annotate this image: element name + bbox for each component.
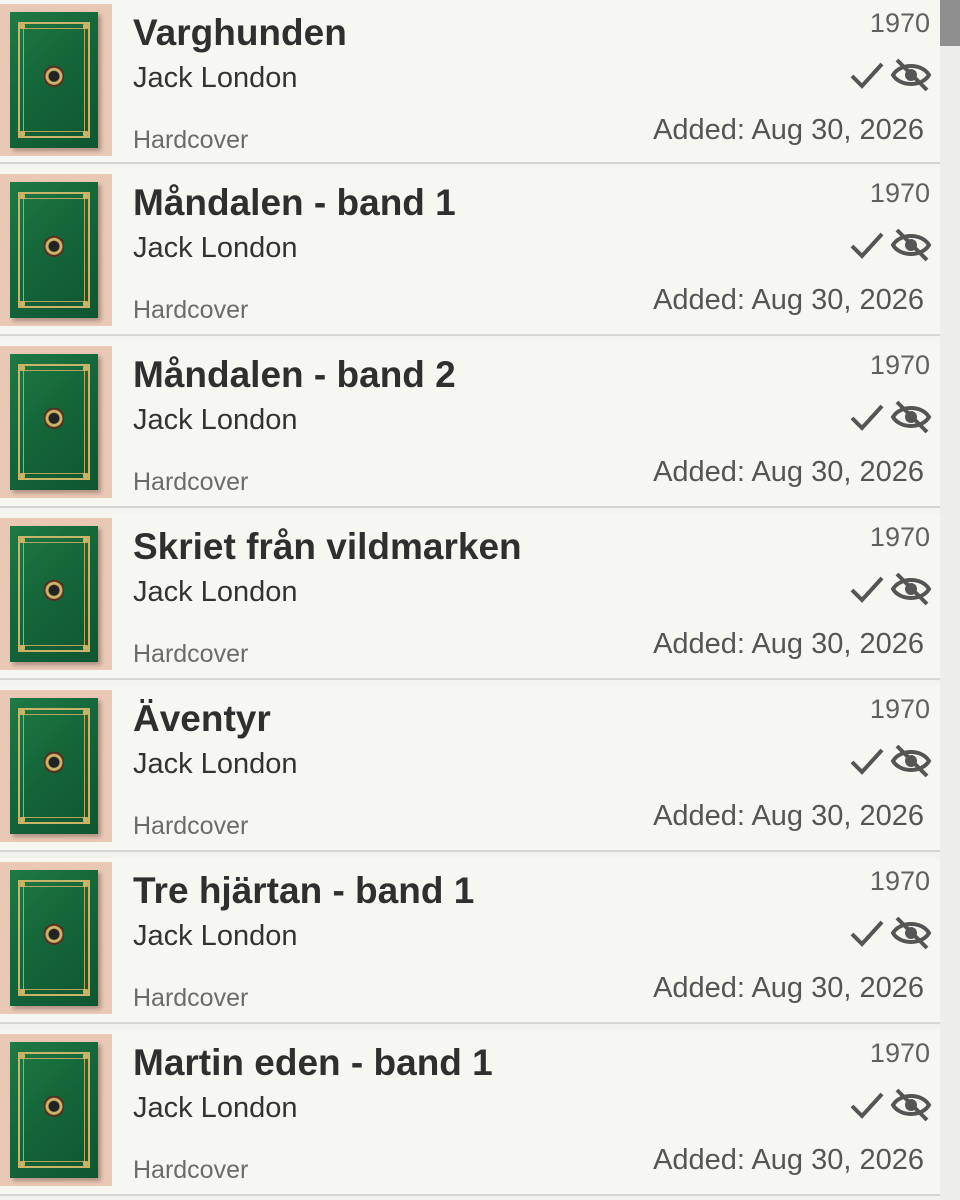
- book-author: Jack London: [133, 748, 298, 780]
- book-added-date: Added: Aug 30, 2026: [653, 628, 924, 660]
- book-added-date: Added: Aug 30, 2026: [653, 800, 924, 832]
- book-title: Martin eden - band 1: [133, 1042, 493, 1083]
- book-year: 1970: [869, 1038, 930, 1068]
- scrollbar[interactable]: [940, 0, 960, 1200]
- book-author: Jack London: [133, 920, 298, 952]
- eye-off-icon[interactable]: [890, 915, 932, 951]
- book-status-icons: [848, 914, 932, 952]
- book-year: 1970: [869, 8, 930, 38]
- book-year: 1970: [869, 350, 930, 380]
- eye-off-icon[interactable]: [890, 1087, 932, 1123]
- checkmark-icon[interactable]: [848, 228, 886, 262]
- book-cover-image: [0, 1034, 112, 1186]
- book-cover-image: [0, 346, 112, 498]
- book-title: Måndalen - band 1: [133, 182, 456, 223]
- book-cover-image: [0, 862, 112, 1014]
- book-status-icons: [848, 226, 932, 264]
- checkmark-icon[interactable]: [848, 1088, 886, 1122]
- book-format: Hardcover: [133, 296, 249, 324]
- checkmark-icon[interactable]: [848, 400, 886, 434]
- book-cover-image: [0, 4, 112, 156]
- eye-off-icon[interactable]: [890, 227, 932, 263]
- book-cover-image: [0, 690, 112, 842]
- checkmark-icon[interactable]: [848, 572, 886, 606]
- book-added-date: Added: Aug 30, 2026: [653, 972, 924, 1004]
- checkmark-icon[interactable]: [848, 58, 886, 92]
- book-list-item[interactable]: Skriet från vildmarken Jack London Hardc…: [0, 514, 940, 680]
- eye-off-icon[interactable]: [890, 571, 932, 607]
- book-status-icons: [848, 56, 932, 94]
- book-cover-image: [0, 518, 112, 670]
- checkmark-icon[interactable]: [848, 916, 886, 950]
- book-author: Jack London: [133, 1092, 298, 1124]
- book-author: Jack London: [133, 576, 298, 608]
- checkmark-icon[interactable]: [848, 744, 886, 778]
- book-author: Jack London: [133, 62, 298, 94]
- book-year: 1970: [869, 866, 930, 896]
- book-title: Skriet från vildmarken: [133, 526, 522, 567]
- book-format: Hardcover: [133, 126, 249, 154]
- book-title: Måndalen - band 2: [133, 354, 456, 395]
- book-author: Jack London: [133, 232, 298, 264]
- book-list-item[interactable]: Varghunden Jack London Hardcover 1970 Ad…: [0, 0, 940, 164]
- book-format: Hardcover: [133, 984, 249, 1012]
- book-title: Varghunden: [133, 12, 347, 53]
- book-status-icons: [848, 398, 932, 436]
- book-list-screen: Varghunden Jack London Hardcover 1970 Ad…: [0, 0, 960, 1200]
- eye-off-icon[interactable]: [890, 399, 932, 435]
- book-added-date: Added: Aug 30, 2026: [653, 114, 924, 146]
- book-year: 1970: [869, 694, 930, 724]
- book-added-date: Added: Aug 30, 2026: [653, 1144, 924, 1176]
- book-format: Hardcover: [133, 640, 249, 668]
- book-list-item[interactable]: Äventyr Jack London Hardcover 1970 Added…: [0, 686, 940, 852]
- book-author: Jack London: [133, 404, 298, 436]
- book-format: Hardcover: [133, 812, 249, 840]
- eye-off-icon[interactable]: [890, 743, 932, 779]
- book-list-item[interactable]: Tre hjärtan - band 1 Jack London Hardcov…: [0, 858, 940, 1024]
- book-status-icons: [848, 742, 932, 780]
- book-list-item[interactable]: Måndalen - band 2 Jack London Hardcover …: [0, 342, 940, 508]
- eye-off-icon[interactable]: [890, 57, 932, 93]
- book-format: Hardcover: [133, 1156, 249, 1184]
- book-year: 1970: [869, 178, 930, 208]
- book-title: Äventyr: [133, 698, 271, 739]
- book-status-icons: [848, 570, 932, 608]
- scrollbar-thumb[interactable]: [940, 0, 960, 46]
- book-status-icons: [848, 1086, 932, 1124]
- book-year: 1970: [869, 522, 930, 552]
- book-title: Tre hjärtan - band 1: [133, 870, 475, 911]
- book-added-date: Added: Aug 30, 2026: [653, 284, 924, 316]
- book-list: Varghunden Jack London Hardcover 1970 Ad…: [0, 0, 940, 1200]
- book-format: Hardcover: [133, 468, 249, 496]
- book-list-item[interactable]: Martin eden - band 1 Jack London Hardcov…: [0, 1030, 940, 1196]
- book-list-item[interactable]: Måndalen - band 1 Jack London Hardcover …: [0, 170, 940, 336]
- book-cover-image: [0, 174, 112, 326]
- book-added-date: Added: Aug 30, 2026: [653, 456, 924, 488]
